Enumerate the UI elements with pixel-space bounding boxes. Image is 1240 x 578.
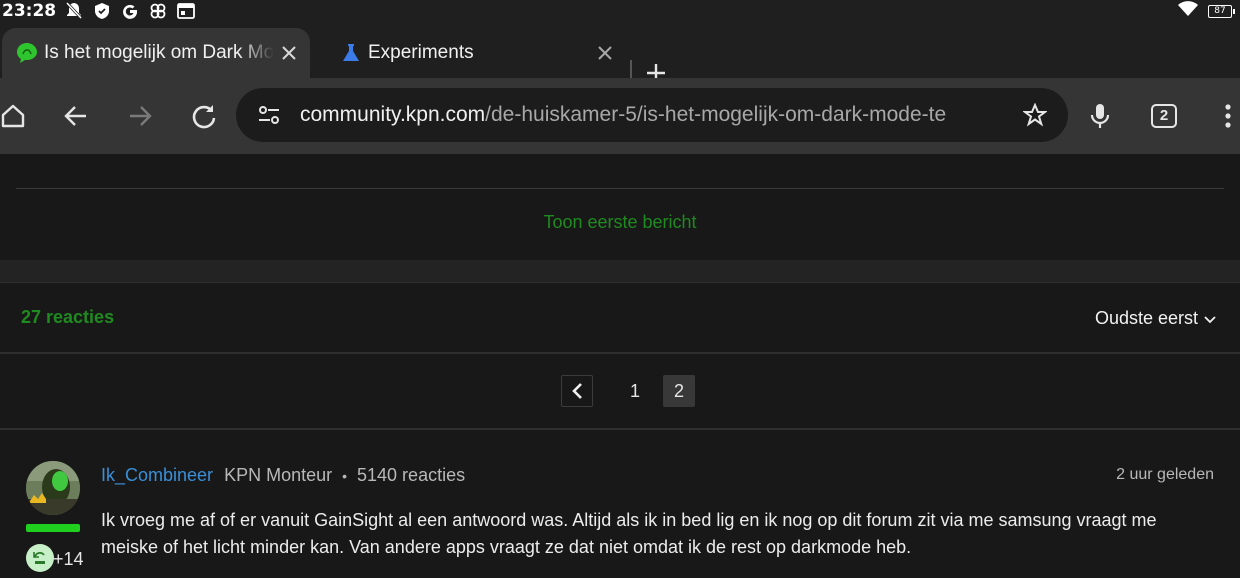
tab-strip: Is het mogelijk om Dark Mode te Experime… (0, 22, 1240, 84)
replies-count: 27 reacties (21, 307, 115, 327)
rank-bar (26, 524, 80, 532)
post-body: Ik vroeg me af of er vanuit GainSight al… (101, 510, 1157, 557)
flask-icon (340, 42, 362, 64)
post-timestamp: 2 uur geleden (1116, 466, 1214, 483)
url-text: community.kpn.com/de-huiskamer-5/is-het-… (300, 103, 1000, 127)
tab-title: Is het mogelijk om Dark Mode te (44, 42, 274, 63)
avatar[interactable] (26, 461, 80, 515)
more-menu-icon[interactable] (1212, 100, 1240, 132)
kpn-community-icon (16, 42, 38, 64)
divider (16, 188, 1224, 189)
battery-icon: 87 (1208, 4, 1235, 18)
address-bar[interactable]: community.kpn.com/de-huiskamer-5/is-het-… (236, 88, 1068, 142)
home-icon[interactable] (0, 100, 29, 132)
wifi-icon (1178, 0, 1198, 22)
url-host: community.kpn.com (300, 103, 486, 126)
badge-count[interactable]: +14 (53, 549, 84, 570)
author-role: KPN Monteur (224, 465, 333, 485)
show-first-post-link[interactable]: Toon eerste bericht (0, 212, 1240, 233)
close-tab-icon[interactable] (278, 42, 300, 64)
notifications-off-icon (64, 1, 84, 21)
close-tab-icon[interactable] (594, 42, 616, 64)
reload-icon[interactable] (188, 100, 220, 132)
author-reply-count: 5140 reacties (357, 465, 466, 485)
divider (0, 352, 1240, 354)
page-content: Toon eerste bericht 27 reacties Oudste e… (0, 154, 1240, 578)
page-1-link[interactable]: 1 (619, 375, 651, 407)
site-settings-icon[interactable] (256, 102, 282, 128)
section-band (0, 260, 1240, 282)
calendar-icon (176, 1, 196, 21)
shield-icon (92, 1, 112, 21)
reply-post: +14 Ik_Combineer KPN Monteur • 5140 reac… (0, 430, 1240, 578)
pagination: 1 2 (561, 375, 695, 407)
chevron-down-icon (1204, 308, 1216, 329)
sort-label: Oudste eerst (1094, 308, 1198, 328)
tab-experiments[interactable]: Experiments (326, 28, 626, 78)
forward-icon[interactable] (124, 100, 156, 132)
google-icon (120, 1, 140, 21)
post-meta: Ik_Combineer KPN Monteur • 5140 reacties (101, 465, 465, 486)
status-bar: 23:28 87 (0, 0, 1240, 22)
badge-icon[interactable] (26, 544, 54, 572)
pinwheel-icon (148, 1, 168, 21)
status-time: 23:28 (2, 1, 57, 21)
meta-separator: • (342, 468, 348, 484)
tab-active[interactable]: Is het mogelijk om Dark Mode te (2, 28, 310, 78)
author-link[interactable]: Ik_Combineer (101, 465, 213, 486)
bookmark-star-icon[interactable] (1022, 102, 1048, 128)
sort-dropdown[interactable]: Oudste eerst (1095, 308, 1216, 329)
page-2-current[interactable]: 2 (663, 375, 695, 407)
browser-toolbar: community.kpn.com/de-huiskamer-5/is-het-… (0, 78, 1240, 154)
tab-title: Experiments (368, 42, 474, 63)
back-icon[interactable] (60, 100, 92, 132)
divider (0, 282, 1240, 283)
tab-switcher-button[interactable]: 2 (1151, 104, 1177, 128)
url-path: /de-huiskamer-5/is-het-mogelijk-om-dark-… (485, 103, 947, 126)
microphone-icon[interactable] (1084, 100, 1116, 132)
previous-page-button[interactable] (561, 375, 593, 407)
